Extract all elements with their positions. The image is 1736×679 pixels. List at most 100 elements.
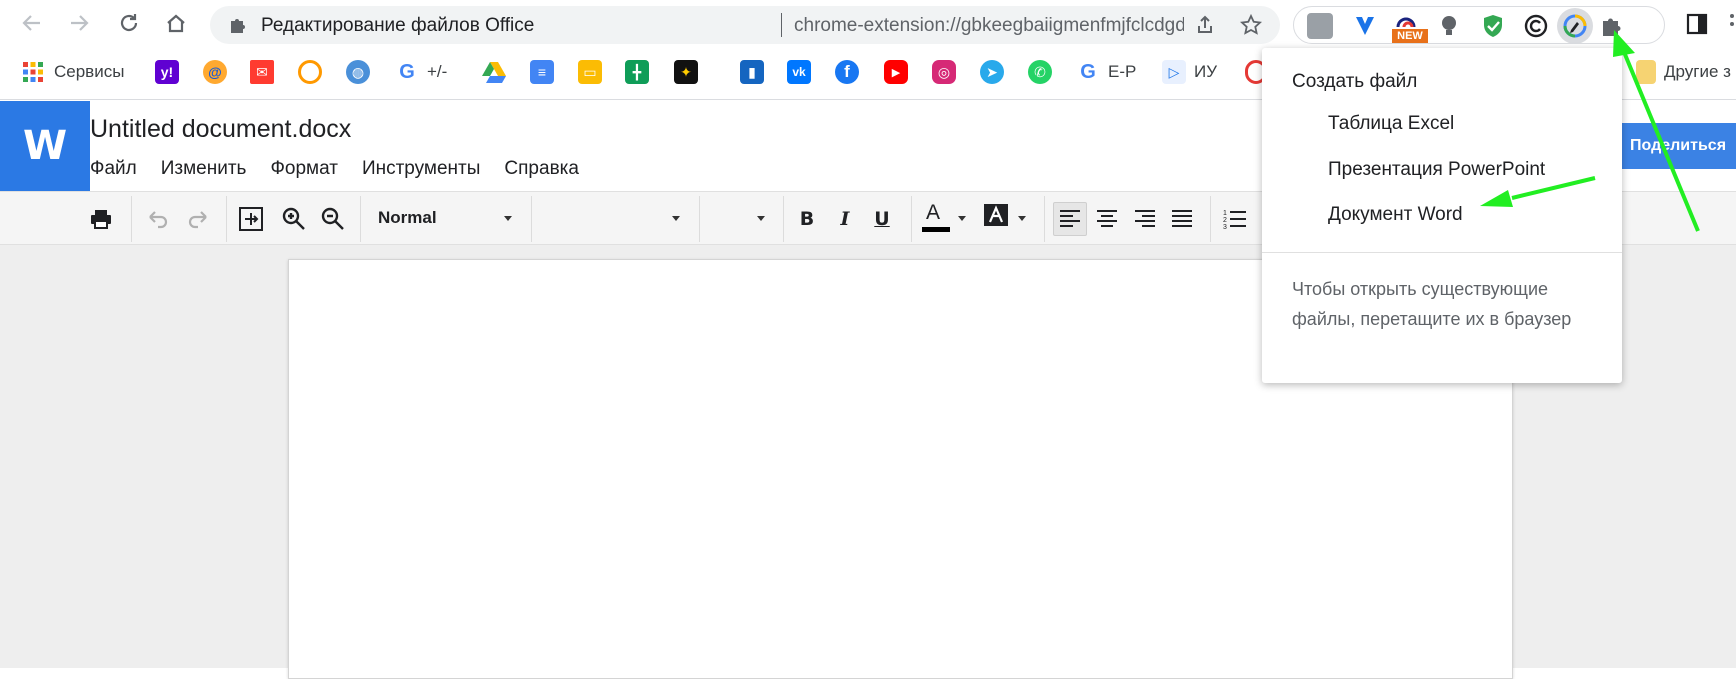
popup-hint: Чтобы открыть существующие файлы, перета… <box>1292 279 1572 329</box>
svg-text:2: 2 <box>1223 217 1227 224</box>
bookmark-apps-label: Сервисы <box>54 62 125 81</box>
toolbar-separator <box>131 196 132 242</box>
fire-icon: ✦ <box>674 60 698 84</box>
document-title[interactable]: Untitled document.docx <box>90 115 351 144</box>
zoom-in-button[interactable] <box>279 204 309 234</box>
menu-help[interactable]: Справка <box>504 158 579 182</box>
align-right-button[interactable] <box>1130 204 1160 234</box>
menu-bar: Файл Изменить Формат Инструменты Справка <box>90 158 603 182</box>
office-editing-icon <box>1563 14 1587 38</box>
folder-icon <box>1636 60 1656 84</box>
bookmark-globe[interactable]: ◍ <box>346 59 378 85</box>
menu-format[interactable]: Формат <box>270 158 338 182</box>
bookmark-facebook[interactable]: f <box>835 59 867 85</box>
address-bar[interactable]: Редактирование файлов Office chrome-exte… <box>210 6 1280 44</box>
youtube-icon: ▶ <box>884 60 908 84</box>
style-select[interactable]: Normal <box>361 192 531 244</box>
create-word-item[interactable]: Документ Word <box>1328 204 1463 226</box>
apps-grid-icon <box>23 62 43 82</box>
chevron-down-icon <box>1018 216 1026 221</box>
zoom-out-button[interactable] <box>318 204 348 234</box>
reload-icon <box>120 14 138 32</box>
extensions-puzzle-icon[interactable] <box>1599 13 1625 39</box>
align-center-button[interactable] <box>1092 204 1122 234</box>
extension-shield-icon[interactable] <box>1480 13 1506 39</box>
print-button[interactable] <box>86 204 116 234</box>
google-icon: G <box>1076 60 1100 84</box>
redo-button[interactable] <box>183 204 213 234</box>
page-title: Редактирование файлов Office <box>261 15 535 36</box>
bookmark-docs[interactable]: ≡ <box>530 59 562 85</box>
fit-page-button[interactable] <box>236 204 266 234</box>
bookmark-google-ep[interactable]: G E-P <box>1076 59 1136 85</box>
bookmark-ep-label: E-P <box>1108 62 1137 81</box>
bookmark-telegram[interactable]: ➤ <box>980 59 1012 85</box>
extension-copyright-icon[interactable] <box>1523 13 1549 39</box>
share-icon[interactable] <box>1194 14 1216 36</box>
extension-puzzle-icon <box>231 19 245 33</box>
vk-icon: vk <box>787 60 811 84</box>
yahoo-icon: y! <box>155 60 179 84</box>
bookmark-vk[interactable]: vk <box>787 59 819 85</box>
highlight-color-button[interactable] <box>980 198 1030 238</box>
url-text: chrome-extension://gbkeegbaiigmenfmjfclc… <box>794 15 1184 36</box>
menu-file[interactable]: Файл <box>90 158 137 182</box>
bookmark-others[interactable]: Другие з <box>1636 59 1731 85</box>
underline-button[interactable]: U <box>867 204 897 234</box>
chevron-down-icon <box>504 216 512 221</box>
bookmark-sheets[interactable]: ╋ <box>625 59 657 85</box>
extension-office-active[interactable] <box>1557 8 1593 44</box>
menu-edit[interactable]: Изменить <box>161 158 247 182</box>
bookmark-star-icon[interactable] <box>1240 14 1262 36</box>
bookmark-slides[interactable]: ▭ <box>578 59 610 85</box>
font-size-select[interactable] <box>700 192 783 244</box>
redo-icon <box>188 211 207 229</box>
bookmark-instagram[interactable]: ◎ <box>932 59 964 85</box>
telegram-icon: ➤ <box>980 60 1004 84</box>
globe-icon: ◍ <box>346 60 370 84</box>
bookmark-trello[interactable]: ▮ <box>740 59 772 85</box>
fit-page-icon <box>239 207 263 231</box>
bookmark-whatsapp[interactable]: ✆ <box>1028 59 1060 85</box>
bold-glyph: B <box>799 208 815 230</box>
home-button[interactable] <box>161 8 191 38</box>
bookmark-google-plusminus[interactable]: G +/- <box>395 59 447 85</box>
text-color-button[interactable]: A <box>918 198 968 238</box>
bookmark-drive[interactable] <box>482 59 506 85</box>
align-left-icon <box>1060 210 1080 227</box>
trello-icon: ▮ <box>740 60 764 84</box>
italic-button[interactable]: I <box>830 204 860 234</box>
menu-tools[interactable]: Инструменты <box>362 158 480 182</box>
extension-lightbulb-icon[interactable] <box>1436 13 1462 39</box>
bookmark-apps[interactable]: Сервисы <box>22 59 124 85</box>
facebook-icon: f <box>835 60 859 84</box>
bookmark-yahoo[interactable]: y! <box>155 59 187 85</box>
align-left-button[interactable] <box>1053 202 1087 236</box>
create-excel-item[interactable]: Таблица Excel <box>1328 113 1454 135</box>
whatsapp-icon: ✆ <box>1028 60 1052 84</box>
numbered-list-button[interactable]: 123 <box>1220 204 1250 234</box>
bookmark-gmail[interactable]: ✉ <box>250 59 282 85</box>
bookmark-iu[interactable]: ▷ ИУ <box>1162 59 1217 85</box>
toolbar-separator <box>1044 196 1045 242</box>
bookmark-q[interactable] <box>298 59 330 85</box>
back-button[interactable] <box>17 8 47 38</box>
extension-v-icon[interactable] <box>1352 13 1378 39</box>
extension-new-icon[interactable]: NEW <box>1392 13 1428 43</box>
bookmark-others-label: Другие з <box>1664 62 1731 81</box>
bold-button[interactable]: B <box>792 204 822 234</box>
undo-button[interactable] <box>143 204 173 234</box>
font-select[interactable] <box>532 192 699 244</box>
highlight-icon <box>984 204 1008 226</box>
forward-button[interactable] <box>64 8 94 38</box>
bookmark-mail-at[interactable]: @ <box>203 59 235 85</box>
bookmark-fire[interactable]: ✦ <box>674 59 706 85</box>
share-button[interactable]: Поделиться <box>1614 123 1736 169</box>
extension-avatar-icon[interactable] <box>1307 13 1333 39</box>
menu-dots-icon[interactable] <box>1728 12 1736 36</box>
side-panel-icon[interactable] <box>1686 13 1708 35</box>
create-powerpoint-item[interactable]: Презентация PowerPoint <box>1328 159 1545 181</box>
align-justify-button[interactable] <box>1167 204 1197 234</box>
bookmark-youtube[interactable]: ▶ <box>884 59 916 85</box>
reload-button[interactable] <box>114 8 144 38</box>
